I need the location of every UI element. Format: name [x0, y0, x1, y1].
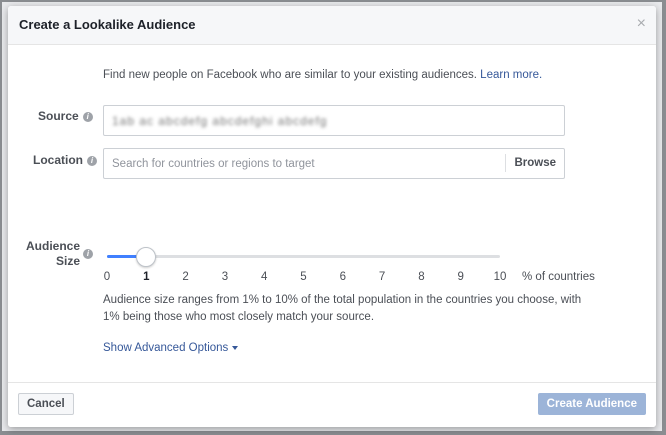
info-icon: i — [82, 111, 93, 122]
slider-tick-0[interactable]: 0 — [104, 271, 110, 283]
slider-tick-6[interactable]: 6 — [340, 271, 346, 283]
slider-tick-2[interactable]: 2 — [182, 271, 188, 283]
cancel-button[interactable]: Cancel — [18, 393, 74, 415]
info-icon: i — [87, 155, 97, 166]
slider-tick-3[interactable]: 3 — [222, 271, 228, 283]
intro-description: Find new people on Facebook who are simi… — [103, 69, 477, 81]
slider-tick-9[interactable]: 9 — [457, 271, 463, 283]
audience-size-unit: % of countries — [522, 271, 595, 283]
dialog-title: Create a Lookalike Audience — [19, 17, 196, 32]
audience-size-label-line1: Audience — [26, 239, 81, 253]
slider-tick-5[interactable]: 5 — [300, 271, 306, 283]
audience-size-slider-handle[interactable] — [136, 247, 157, 267]
show-advanced-options-label: Show Advanced Options — [103, 342, 229, 354]
learn-more-link[interactable]: Learn more. — [480, 69, 542, 81]
close-icon[interactable]: × — [637, 15, 646, 33]
intro-text: Find new people on Facebook who are simi… — [103, 69, 542, 81]
location-search-input[interactable] — [105, 150, 519, 177]
source-label-wrap: Source i — [38, 109, 93, 123]
slider-tick-4[interactable]: 4 — [261, 271, 267, 283]
audience-size-description: Audience size ranges from 1% to 10% of t… — [103, 294, 582, 323]
chevron-down-icon — [232, 345, 239, 350]
show-advanced-options-link[interactable]: Show Advanced Options — [103, 342, 239, 354]
create-audience-button[interactable]: Create Audience — [537, 393, 646, 415]
slider-tick-10[interactable]: 10 — [494, 271, 507, 283]
source-field[interactable]: 1ab ac abcdefg abcdefghi abcdefg — [103, 105, 565, 136]
location-label-wrap: Location i — [33, 153, 97, 167]
slider-tick-7[interactable]: 7 — [379, 271, 385, 283]
location-field: Browse — [103, 148, 565, 179]
lookalike-dialog: Create a Lookalike Audience × Find new p… — [8, 6, 656, 427]
source-value: 1ab ac abcdefg abcdefghi abcdefg — [112, 114, 328, 128]
source-label: Source — [38, 109, 79, 123]
slider-tick-1[interactable]: 1 — [143, 271, 149, 283]
dialog-footer: Cancel Create Audience — [8, 382, 656, 427]
audience-size-slider-track[interactable] — [107, 255, 500, 258]
info-icon: i — [83, 249, 93, 259]
browse-button[interactable]: Browse — [505, 154, 564, 172]
dialog-header: Create a Lookalike Audience × — [8, 6, 656, 45]
slider-tick-8[interactable]: 8 — [418, 271, 424, 283]
audience-size-label-wrap: Audience Size — [26, 239, 80, 269]
audience-size-label-line2: Size — [56, 254, 81, 268]
location-label: Location — [33, 153, 83, 167]
